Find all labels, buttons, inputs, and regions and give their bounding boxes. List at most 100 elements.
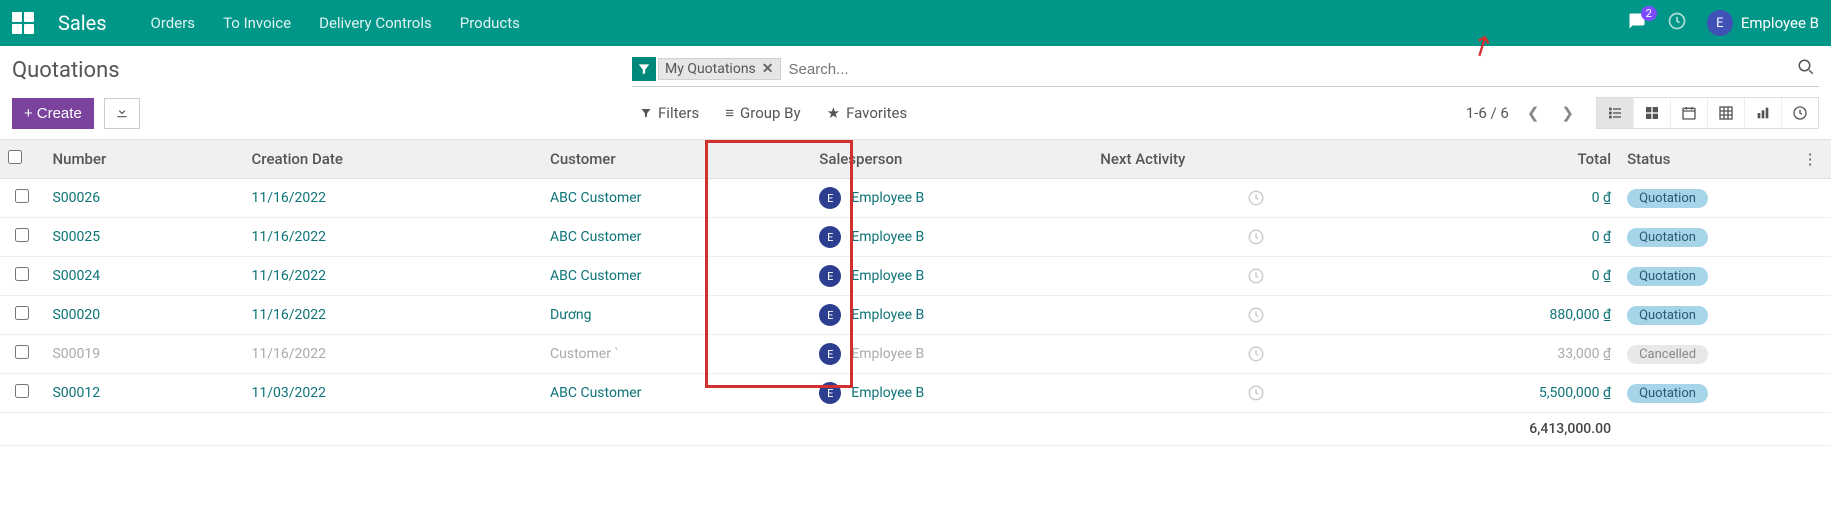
- header-salesperson[interactable]: Salesperson: [811, 140, 1092, 179]
- header-options[interactable]: ⋮: [1795, 140, 1831, 179]
- nav-left: Sales Orders To Invoice Delivery Control…: [12, 11, 520, 35]
- view-activity[interactable]: [1781, 98, 1818, 128]
- view-kanban[interactable]: [1633, 98, 1670, 128]
- row-checkbox[interactable]: [15, 189, 29, 203]
- salesperson-cell[interactable]: EEmployee B: [819, 304, 1084, 326]
- table-row[interactable]: S00020 11/16/2022 Dương EEmployee B 880,…: [0, 296, 1831, 335]
- order-number[interactable]: S00024: [52, 268, 100, 284]
- order-number[interactable]: S00020: [52, 307, 100, 323]
- table-row[interactable]: S00025 11/16/2022 ABC Customer EEmployee…: [0, 218, 1831, 257]
- creation-date: 11/16/2022: [252, 307, 327, 323]
- filters-label: Filters: [658, 104, 699, 122]
- activities-icon[interactable]: [1667, 11, 1687, 35]
- activity-icon[interactable]: [1100, 306, 1412, 324]
- row-checkbox[interactable]: [15, 306, 29, 320]
- row-checkbox[interactable]: [15, 267, 29, 281]
- salesperson-avatar: E: [819, 343, 841, 365]
- activity-icon[interactable]: [1100, 345, 1412, 363]
- row-checkbox[interactable]: [15, 228, 29, 242]
- app-name[interactable]: Sales: [58, 11, 107, 35]
- header-customer[interactable]: Customer: [542, 140, 811, 179]
- salesperson-cell[interactable]: EEmployee B: [819, 265, 1084, 287]
- header-status[interactable]: Status: [1619, 140, 1795, 179]
- groupby-dropdown[interactable]: ≡ Group By: [725, 104, 800, 122]
- create-label: Create: [37, 105, 82, 122]
- table-row[interactable]: S00024 11/16/2022 ABC Customer EEmployee…: [0, 257, 1831, 296]
- search-bar[interactable]: My Quotations ✕: [632, 54, 1819, 87]
- salesperson-name: Employee B: [851, 307, 924, 323]
- header-total[interactable]: Total: [1420, 140, 1619, 179]
- view-graph[interactable]: [1744, 98, 1781, 128]
- order-number[interactable]: S00025: [52, 229, 100, 245]
- nav-delivery-controls[interactable]: Delivery Controls: [319, 14, 432, 32]
- chat-badge: 2: [1641, 6, 1657, 21]
- header-number[interactable]: Number: [44, 140, 243, 179]
- creation-date: 11/16/2022: [252, 229, 327, 245]
- customer-name[interactable]: ABC Customer: [550, 268, 641, 284]
- salesperson-cell[interactable]: EEmployee B: [819, 382, 1084, 404]
- creation-date: 11/03/2022: [252, 385, 327, 401]
- activity-icon[interactable]: [1100, 189, 1412, 207]
- search-facet: My Quotations ✕: [658, 58, 781, 80]
- nav-orders[interactable]: Orders: [151, 14, 196, 32]
- pager-value[interactable]: 1-6 / 6: [1466, 104, 1509, 122]
- salesperson-cell[interactable]: E Employee B: [819, 343, 1084, 365]
- total-amount: 0 ₫: [1592, 229, 1611, 245]
- activity-icon[interactable]: [1100, 267, 1412, 285]
- view-calendar[interactable]: [1670, 98, 1707, 128]
- footer-total: 6,413,000.00: [1420, 413, 1619, 446]
- row-checkbox[interactable]: [15, 384, 29, 398]
- customer-name[interactable]: Customer `: [550, 346, 619, 362]
- order-number[interactable]: S00026: [52, 190, 100, 206]
- salesperson-name: Employee B: [851, 268, 924, 284]
- import-button[interactable]: [104, 98, 140, 129]
- customer-name[interactable]: Dương: [550, 307, 591, 323]
- total-amount: 0 ₫: [1592, 190, 1611, 206]
- activity-icon[interactable]: [1100, 384, 1412, 402]
- user-avatar: E: [1707, 10, 1733, 36]
- table-footer: 6,413,000.00: [0, 413, 1831, 446]
- create-button[interactable]: + Create: [12, 98, 94, 129]
- table-row[interactable]: S00019 11/16/2022 Customer ` EEmployee B…: [0, 335, 1831, 374]
- table-row[interactable]: S00026 11/16/2022 ABC Customer EEmployee…: [0, 179, 1831, 218]
- customer-name[interactable]: ABC Customer: [550, 190, 641, 206]
- favorites-dropdown[interactable]: ★ Favorites: [827, 104, 908, 122]
- user-menu[interactable]: E Employee B: [1707, 10, 1819, 36]
- order-number[interactable]: S00019: [52, 346, 100, 362]
- apps-icon[interactable]: [12, 12, 34, 34]
- header-activity[interactable]: Next Activity: [1092, 140, 1420, 179]
- table-row[interactable]: S00012 11/03/2022 ABC Customer EEmployee…: [0, 374, 1831, 413]
- search-icon[interactable]: [1793, 54, 1819, 84]
- customer-name[interactable]: ABC Customer: [550, 385, 641, 401]
- nav-right: 2 E Employee B: [1627, 10, 1819, 36]
- control-panel: Quotations My Quotations ✕ + Create: [0, 46, 1831, 140]
- customer-name[interactable]: ABC Customer: [550, 229, 641, 245]
- pager-prev[interactable]: ❮: [1523, 100, 1544, 126]
- messaging-icon[interactable]: 2: [1627, 12, 1647, 34]
- nav-to-invoice[interactable]: To Invoice: [223, 14, 291, 32]
- filters-dropdown[interactable]: Filters: [640, 104, 699, 122]
- salesperson-name: Employee B: [851, 346, 924, 362]
- activity-icon[interactable]: [1100, 228, 1412, 246]
- pager-next[interactable]: ❯: [1557, 100, 1578, 126]
- select-all-checkbox[interactable]: [8, 150, 22, 164]
- nav-products[interactable]: Products: [460, 14, 520, 32]
- facet-remove[interactable]: ✕: [762, 61, 774, 77]
- view-pivot[interactable]: [1707, 98, 1744, 128]
- nav-menu: Orders To Invoice Delivery Controls Prod…: [151, 14, 520, 32]
- favorites-label: Favorites: [846, 104, 907, 122]
- total-amount: 33,000 ₫: [1557, 346, 1611, 362]
- order-number[interactable]: S00012: [52, 385, 100, 401]
- status-badge: Quotation: [1627, 228, 1708, 247]
- salesperson-name: Employee B: [851, 190, 924, 206]
- filter-facet-icon: [632, 57, 656, 81]
- view-list[interactable]: [1597, 98, 1633, 128]
- salesperson-cell[interactable]: EEmployee B: [819, 226, 1084, 248]
- header-date[interactable]: Creation Date: [244, 140, 543, 179]
- search-input[interactable]: [781, 57, 1793, 82]
- header-checkbox: [0, 140, 44, 179]
- row-checkbox[interactable]: [15, 345, 29, 359]
- facet-label: My Quotations: [665, 61, 756, 77]
- plus-icon: +: [24, 105, 33, 122]
- salesperson-cell[interactable]: EEmployee B: [819, 187, 1084, 209]
